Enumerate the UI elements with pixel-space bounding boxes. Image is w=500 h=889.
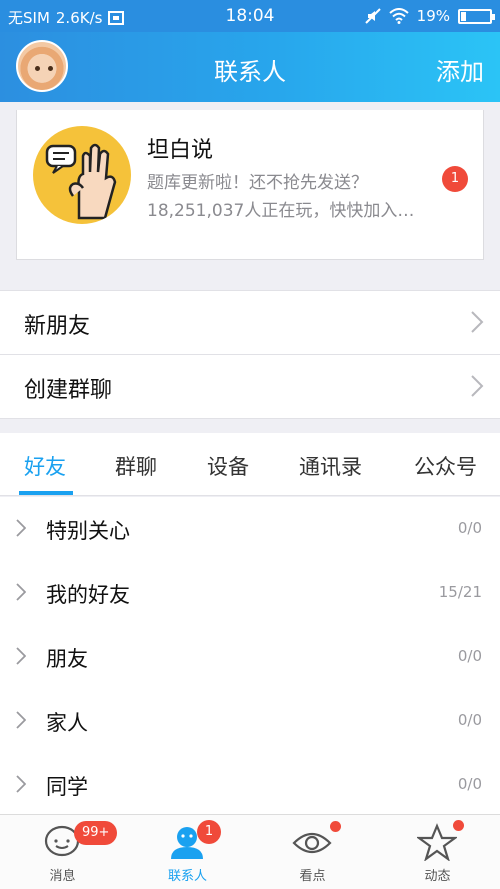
new-friends-row[interactable]: 新朋友 bbox=[0, 291, 500, 354]
chevron-right-icon bbox=[16, 711, 26, 729]
friend-group-row[interactable]: 同学 0/0 bbox=[0, 753, 500, 817]
friend-group-row[interactable]: 朋友 0/0 bbox=[0, 625, 500, 689]
active-tab-indicator bbox=[19, 491, 73, 495]
discover-dot bbox=[330, 821, 341, 832]
promo-title: 坦白说 bbox=[147, 138, 214, 163]
create-group-label: 创建群聊 bbox=[24, 378, 113, 403]
contacts-tabs: 好友 群聊 设备 通讯录 公众号 bbox=[0, 433, 500, 496]
group-count: 15/21 bbox=[438, 583, 482, 601]
chevron-right-icon bbox=[471, 311, 484, 333]
nav-feed[interactable]: 动态 bbox=[375, 815, 500, 889]
page-title: 联系人 bbox=[214, 58, 286, 86]
group-name: 特别关心 bbox=[46, 519, 130, 543]
chevron-right-icon bbox=[16, 647, 26, 665]
mute-icon bbox=[364, 8, 381, 24]
group-count: 0/0 bbox=[457, 519, 482, 537]
chevron-right-icon bbox=[16, 583, 26, 601]
group-name: 家人 bbox=[46, 711, 88, 735]
chevron-right-icon bbox=[16, 519, 26, 537]
group-count: 0/0 bbox=[457, 711, 482, 729]
add-button[interactable]: 添加 bbox=[436, 52, 484, 87]
nav-contacts[interactable]: 1 联系人 bbox=[125, 815, 250, 889]
divider bbox=[0, 418, 500, 419]
eye-icon bbox=[292, 832, 332, 854]
tab-official-accounts[interactable]: 公众号 bbox=[414, 451, 477, 481]
nav-label: 动态 bbox=[424, 869, 451, 884]
group-count: 0/0 bbox=[457, 647, 482, 665]
promo-players: 18,251,037人正在玩，快快加入… bbox=[147, 201, 415, 221]
friend-group-row[interactable]: 家人 0/0 bbox=[0, 689, 500, 753]
tab-address-book[interactable]: 通讯录 bbox=[299, 451, 362, 481]
contacts-badge: 1 bbox=[197, 820, 221, 844]
promo-card[interactable]: 坦白说 题库更新啦！还不抢先发送？ 18,251,037人正在玩，快快加入… 1 bbox=[16, 110, 484, 260]
nav-messages[interactable]: 99+ 消息 bbox=[0, 815, 125, 889]
app-header: 联系人 添加 bbox=[0, 32, 500, 102]
bottom-nav: 99+ 消息 1 联系人 看点 动态 bbox=[0, 814, 500, 889]
friend-group-row[interactable]: 我的好友 15/21 bbox=[0, 561, 500, 625]
status-bar: 无SIM 2.6K/s 18:04 19% bbox=[0, 0, 500, 32]
chevron-right-icon bbox=[471, 375, 484, 397]
promo-subtitle: 题库更新啦！还不抢先发送？ bbox=[147, 173, 368, 193]
star-icon bbox=[417, 823, 457, 861]
nav-label: 看点 bbox=[299, 869, 326, 884]
tanbai-logo-icon bbox=[33, 126, 131, 224]
group-count: 0/0 bbox=[457, 775, 482, 793]
nav-label: 消息 bbox=[49, 869, 76, 884]
promo-badge: 1 bbox=[442, 166, 468, 192]
tab-devices[interactable]: 设备 bbox=[207, 451, 249, 481]
battery-percent: 19% bbox=[416, 7, 450, 25]
group-name: 朋友 bbox=[46, 647, 88, 671]
group-name: 我的好友 bbox=[46, 583, 130, 607]
tab-friends[interactable]: 好友 bbox=[24, 451, 66, 481]
battery-icon bbox=[458, 8, 495, 24]
messages-badge: 99+ bbox=[74, 821, 118, 845]
friend-group-row[interactable]: 特别关心 0/0 bbox=[0, 497, 500, 561]
new-friends-label: 新朋友 bbox=[24, 314, 91, 339]
nav-discover[interactable]: 看点 bbox=[250, 815, 375, 889]
group-name: 同学 bbox=[46, 775, 88, 799]
create-group-row[interactable]: 创建群聊 bbox=[0, 355, 500, 418]
chevron-right-icon bbox=[16, 775, 26, 793]
wifi-icon bbox=[388, 8, 409, 24]
feed-dot bbox=[453, 820, 464, 831]
battery-fill bbox=[461, 11, 466, 21]
tab-groups[interactable]: 群聊 bbox=[115, 451, 157, 481]
nav-label: 联系人 bbox=[167, 869, 207, 884]
